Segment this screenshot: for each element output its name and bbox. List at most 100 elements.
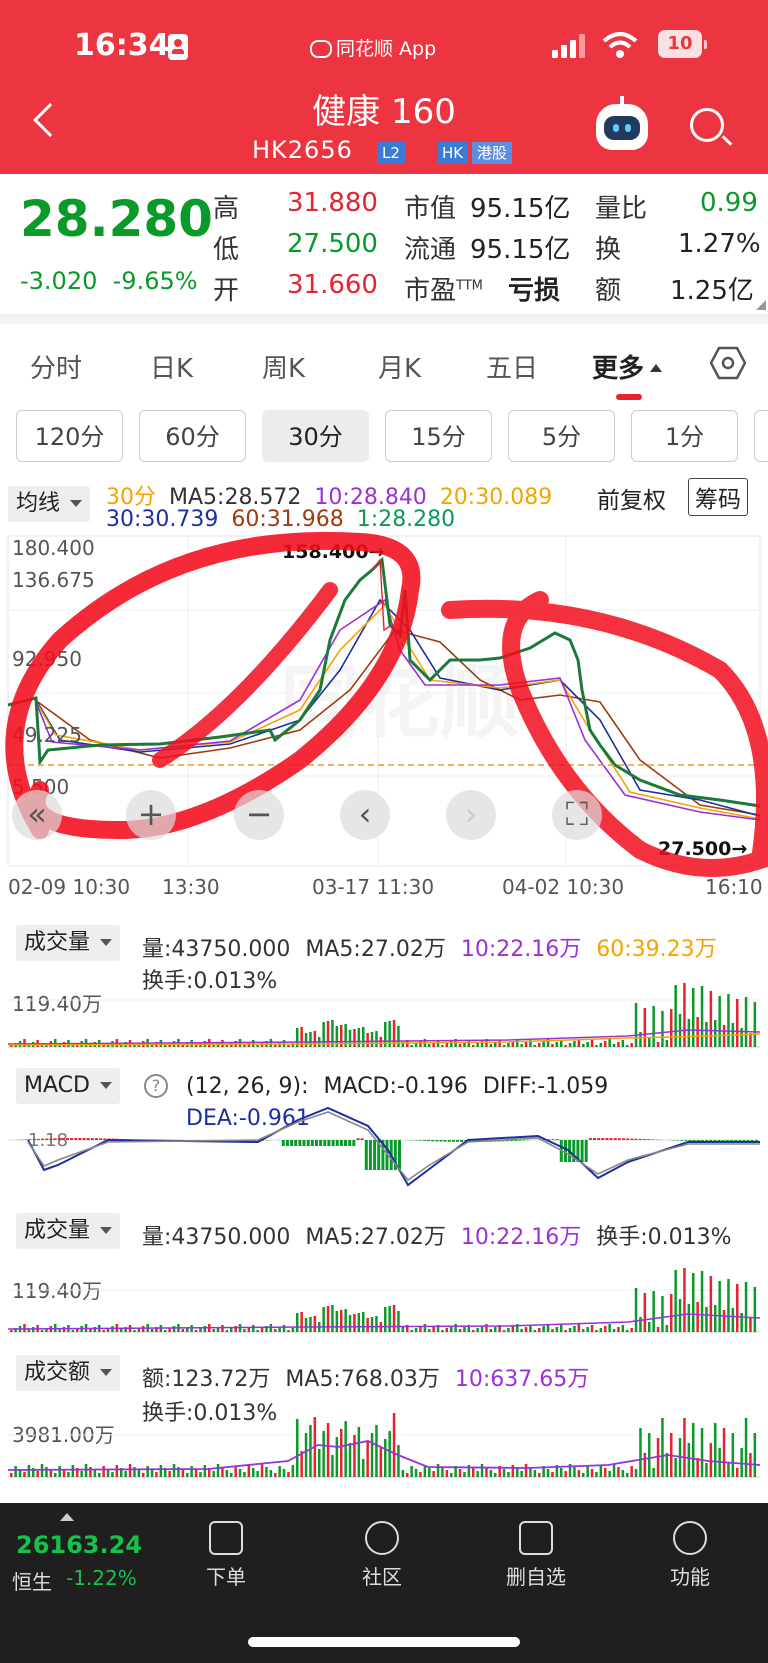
vol-panel-2-selector[interactable]: 成交量 bbox=[16, 1213, 121, 1249]
macd-bar bbox=[285, 1140, 289, 1146]
volume-bar bbox=[714, 1020, 717, 1047]
volume-bar bbox=[370, 1032, 374, 1047]
volume-bar bbox=[304, 1318, 308, 1332]
tab-more[interactable]: 更多 bbox=[592, 348, 663, 385]
volume-bar bbox=[538, 1328, 541, 1332]
macd-bar bbox=[688, 1140, 692, 1142]
period-120m[interactable]: 120分 bbox=[16, 410, 123, 462]
step-left-icon[interactable]: ‹ bbox=[340, 790, 390, 840]
macd-bar bbox=[290, 1140, 294, 1146]
source-app-label: 同花顺 App bbox=[336, 38, 437, 60]
volume-bar bbox=[71, 1465, 75, 1477]
tab-five-day[interactable]: 五日 bbox=[486, 348, 538, 385]
macd-bar bbox=[323, 1140, 327, 1146]
volume-bar bbox=[287, 1472, 290, 1477]
period-5m[interactable]: 5分 bbox=[508, 410, 615, 462]
volume-bar bbox=[375, 1031, 378, 1047]
macd-bar bbox=[593, 1138, 596, 1140]
volume-bar bbox=[432, 1327, 435, 1332]
volume-bar bbox=[608, 1324, 611, 1332]
volume-bar bbox=[221, 1040, 224, 1047]
assistant-robot-icon[interactable] bbox=[596, 96, 648, 150]
volume-bar bbox=[441, 1330, 444, 1332]
volume-bar bbox=[401, 1470, 405, 1477]
search-icon[interactable] bbox=[690, 108, 724, 142]
tab-intraday[interactable]: 分时 bbox=[30, 348, 82, 385]
macd-selector[interactable]: MACD bbox=[16, 1068, 120, 1104]
step-right-icon[interactable]: › bbox=[446, 790, 496, 840]
period-1m[interactable]: 1分 bbox=[631, 410, 738, 462]
macd-bar bbox=[90, 1138, 94, 1140]
remove-watchlist-button[interactable]: 删自选 bbox=[476, 1511, 596, 1590]
period-30m[interactable]: 30分 bbox=[262, 410, 369, 462]
home-indicator bbox=[248, 1637, 520, 1647]
vol-panel-1-selector[interactable]: 成交量 bbox=[16, 925, 121, 961]
tab-monthly-k[interactable]: 月K bbox=[378, 348, 421, 385]
tab-weekly-k[interactable]: 周K bbox=[262, 348, 305, 385]
x-tick-4: 16:10 bbox=[705, 875, 763, 899]
macd-bar bbox=[451, 1140, 455, 1142]
zoom-out-icon[interactable]: − bbox=[234, 790, 284, 840]
scroll-left-icon[interactable]: « bbox=[12, 790, 62, 840]
macd-bar bbox=[57, 1138, 61, 1140]
volume-bar bbox=[445, 1043, 449, 1047]
volume-bar bbox=[150, 1329, 154, 1332]
macd-bar bbox=[398, 1140, 401, 1170]
zoom-in-icon[interactable]: + bbox=[126, 790, 176, 840]
amount-chart bbox=[8, 1413, 760, 1478]
amount-panel-label: 成交额 bbox=[24, 1360, 91, 1385]
price-chart[interactable]: 同花顺 180.400 136.675 92.950 49.225 5.500 … bbox=[0, 530, 768, 930]
volume-bar bbox=[560, 1325, 563, 1332]
index-change: -1.22% bbox=[66, 1566, 137, 1590]
functions-button[interactable]: 功能 bbox=[630, 1511, 750, 1590]
expand-up-icon[interactable] bbox=[60, 1513, 74, 1521]
volume-bar bbox=[749, 1318, 752, 1332]
adjust-label[interactable]: 前复权 bbox=[597, 481, 666, 515]
period-15m[interactable]: 15分 bbox=[385, 410, 492, 462]
volume-bar bbox=[643, 1453, 647, 1477]
chips-button[interactable]: 筹码 bbox=[688, 478, 748, 516]
vol-2-ma10: 10:22.16万 bbox=[460, 1225, 582, 1250]
help-icon[interactable]: ? bbox=[144, 1074, 168, 1098]
volume-bar bbox=[718, 996, 721, 1047]
volume-bar bbox=[511, 1326, 515, 1332]
order-button[interactable]: 下单 bbox=[166, 1511, 286, 1590]
index-value[interactable]: 26163.24 bbox=[16, 1531, 142, 1559]
volume-bar bbox=[722, 1310, 726, 1332]
volume-bar bbox=[58, 1466, 61, 1477]
volume-bar bbox=[599, 1465, 603, 1477]
volume-bar bbox=[665, 1453, 669, 1477]
volume-bar bbox=[256, 1330, 259, 1332]
ma-selector[interactable]: 均线 bbox=[8, 486, 91, 522]
volume-bar bbox=[617, 1327, 620, 1332]
volume-bar bbox=[243, 1329, 246, 1332]
volume-bar bbox=[564, 1471, 567, 1477]
volume-bar bbox=[648, 1037, 651, 1047]
volume-bar bbox=[692, 1273, 695, 1332]
volume-bar bbox=[348, 1443, 352, 1477]
volume-bar bbox=[507, 1472, 510, 1477]
amount-panel-selector[interactable]: 成交额 bbox=[16, 1355, 121, 1391]
period-60m[interactable]: 60分 bbox=[139, 410, 246, 462]
community-button[interactable]: 社区 bbox=[322, 1511, 442, 1590]
fullscreen-icon[interactable]: ⛶ bbox=[552, 790, 602, 840]
volume-bar bbox=[67, 1472, 70, 1477]
macd-bar bbox=[414, 1140, 418, 1141]
macd-bar bbox=[518, 1140, 522, 1141]
ma20-value: 20:30.089 bbox=[439, 485, 553, 510]
macd-bar bbox=[651, 1139, 655, 1140]
volume-bar bbox=[234, 1466, 237, 1477]
volume-bar bbox=[414, 1469, 418, 1477]
volume-bar bbox=[115, 1465, 119, 1477]
volume-bar bbox=[458, 1469, 462, 1477]
settings-hexagon-icon[interactable] bbox=[710, 345, 746, 381]
volume-bar bbox=[458, 1329, 462, 1332]
volume-bar bbox=[335, 1311, 339, 1332]
tab-daily-k[interactable]: 日K bbox=[150, 348, 193, 385]
volume-bar bbox=[45, 1467, 48, 1477]
turnover-value: 1.27% bbox=[678, 229, 761, 259]
volume-bar bbox=[164, 1330, 167, 1332]
source-app-indicator[interactable]: 同花顺 App bbox=[310, 34, 436, 61]
volume-bar bbox=[639, 1317, 642, 1332]
volume-bar bbox=[595, 1045, 598, 1047]
